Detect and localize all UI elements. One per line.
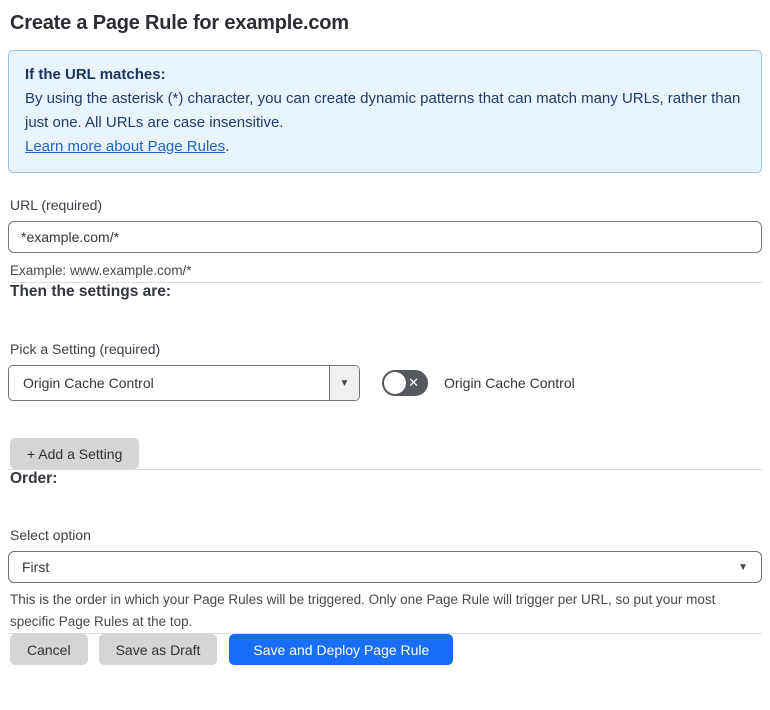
create-page-rule-form: Create a Page Rule for example.com If th… (0, 0, 770, 665)
info-box-body: By using the asterisk (*) character, you… (25, 90, 741, 131)
url-input[interactable] (8, 221, 762, 253)
save-as-draft-button[interactable]: Save as Draft (98, 634, 218, 665)
setting-select-value: Origin Cache Control (23, 375, 154, 391)
toggle-off-x-icon: ✕ (408, 375, 419, 390)
settings-section-heading: Then the settings are: (10, 283, 172, 300)
order-section-heading: Order: (10, 470, 58, 487)
link-suffix: . (225, 138, 230, 155)
order-select-value: First (22, 559, 50, 575)
footer-button-row: Cancel Save as Draft Save and Deploy Pag… (10, 634, 760, 665)
url-field-label: URL (required) (10, 197, 103, 213)
toggle-label: Origin Cache Control (444, 375, 575, 391)
chevron-down-icon: ▼ (738, 561, 748, 573)
setting-row: Origin Cache Control ▼ ✕ Origin Cache Co… (8, 365, 762, 401)
url-example-helper: Example: www.example.com/* (10, 263, 192, 278)
origin-cache-control-toggle[interactable]: ✕ (382, 370, 428, 396)
pick-setting-label: Pick a Setting (required) (10, 341, 161, 357)
info-box-heading: If the URL matches: (25, 66, 166, 83)
info-box-link-line: Learn more about Page Rules. (25, 135, 745, 159)
chevron-down-icon[interactable]: ▼ (329, 366, 359, 400)
order-helper-text: This is the order in which your Page Rul… (10, 592, 716, 629)
cancel-button[interactable]: Cancel (10, 634, 88, 665)
save-and-deploy-button[interactable]: Save and Deploy Page Rule (229, 634, 454, 665)
url-match-info-box: If the URL matches: By using the asteris… (8, 50, 762, 173)
add-setting-button[interactable]: + Add a Setting (10, 438, 140, 469)
page-title: Create a Page Rule for example.com (10, 12, 349, 34)
toggle-knob (384, 372, 406, 394)
order-select-label: Select option (10, 527, 91, 543)
learn-more-link[interactable]: Learn more about Page Rules (25, 138, 225, 155)
order-select[interactable]: First ▼ (8, 551, 762, 583)
setting-select[interactable]: Origin Cache Control ▼ (8, 365, 360, 401)
